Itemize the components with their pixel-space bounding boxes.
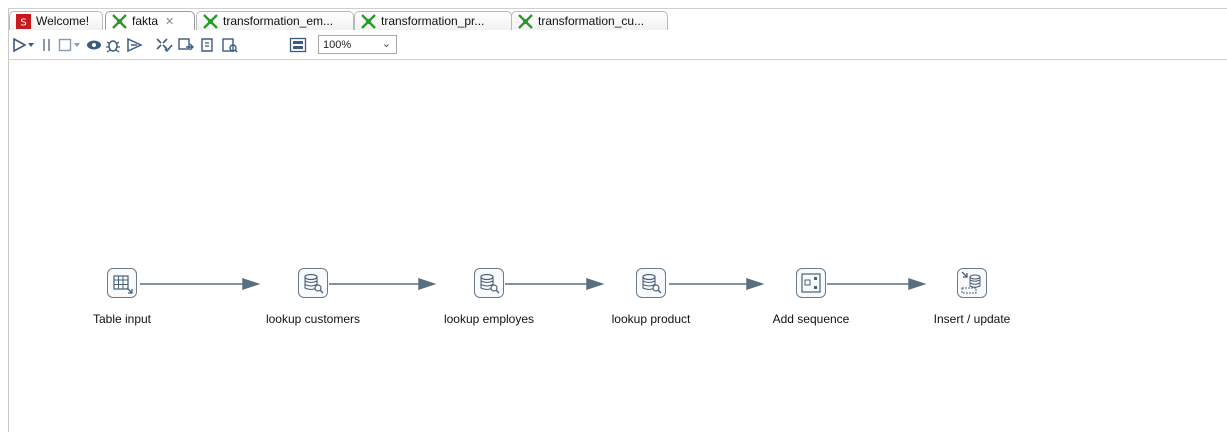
step-lookup-product[interactable] xyxy=(636,268,666,298)
step-label: lookup product xyxy=(611,312,691,326)
step-lookup-employes[interactable] xyxy=(474,268,504,298)
table-input-icon xyxy=(113,275,133,294)
run-icon[interactable] xyxy=(12,37,26,53)
transformation-canvas[interactable]: Table input lookup customers lookup empl… xyxy=(9,60,1227,432)
hop-arrow xyxy=(586,277,605,291)
hop-arrow xyxy=(746,277,765,291)
hop-arrow xyxy=(242,277,261,291)
transformation-toolbar: 100% ⌄ xyxy=(9,31,1227,60)
stop-icon[interactable] xyxy=(58,37,72,53)
tab-transformation-cu[interactable]: transformation_cu... xyxy=(511,11,668,30)
step-label: Table input xyxy=(92,312,152,326)
step-label: Insert / update xyxy=(933,312,1011,326)
tab-fakta[interactable]: fakta ✕ xyxy=(105,11,195,30)
run-dropdown-icon[interactable] xyxy=(27,37,35,53)
tab-transformation-em[interactable]: transformation_em... xyxy=(196,11,354,30)
show-results-icon[interactable] xyxy=(289,37,307,53)
step-add-sequence[interactable] xyxy=(796,268,826,298)
zoom-select[interactable]: 100% ⌄ xyxy=(318,35,397,54)
tab-label: transformation_em... xyxy=(223,14,334,28)
chevron-down-icon[interactable]: ⌄ xyxy=(382,37,391,50)
tab-label: fakta xyxy=(132,14,159,28)
hop-arrow xyxy=(908,277,927,291)
database-lookup-icon xyxy=(304,273,324,294)
database-lookup-icon xyxy=(480,273,500,294)
close-icon[interactable]: ✕ xyxy=(165,15,174,28)
debug-icon[interactable] xyxy=(105,37,121,53)
transformation-icon xyxy=(361,13,376,29)
hop-connections xyxy=(140,277,927,291)
tab-label: transformation_cu... xyxy=(538,14,645,28)
step-insert-update[interactable] xyxy=(957,268,987,298)
explore-db-icon[interactable] xyxy=(221,37,239,53)
sql-icon[interactable] xyxy=(199,37,217,53)
add-sequence-icon xyxy=(801,273,821,293)
stop-dropdown-icon[interactable] xyxy=(73,37,81,53)
step-label: lookup customers xyxy=(265,312,361,326)
database-lookup-icon xyxy=(642,273,662,294)
step-lookup-customers[interactable] xyxy=(298,268,328,298)
step-label: lookup employes xyxy=(443,312,535,326)
tab-welcome[interactable]: S Welcome! xyxy=(9,11,103,30)
tab-label: Welcome! xyxy=(36,14,90,28)
pentaho-welcome-icon: S xyxy=(16,13,31,29)
transformation-icon xyxy=(203,13,218,29)
step-label: Add sequence xyxy=(772,312,850,326)
svg-text:S: S xyxy=(20,17,26,28)
preview-icon[interactable] xyxy=(86,37,102,53)
tab-transformation-pr[interactable]: transformation_pr... xyxy=(354,11,512,30)
tab-label: transformation_pr... xyxy=(381,14,485,28)
transformation-icon xyxy=(518,13,533,29)
replay-icon[interactable] xyxy=(125,37,143,53)
transformation-icon xyxy=(112,13,127,29)
pause-icon[interactable] xyxy=(41,37,53,53)
hop-arrow xyxy=(418,277,437,291)
verify-icon[interactable] xyxy=(155,37,173,53)
tab-bar: S Welcome! fakta ✕ transformation_em... … xyxy=(9,9,1227,31)
impact-icon[interactable] xyxy=(177,37,195,53)
zoom-value: 100% xyxy=(323,38,352,51)
step-table-input[interactable] xyxy=(107,268,137,298)
insert-update-icon xyxy=(961,271,981,294)
